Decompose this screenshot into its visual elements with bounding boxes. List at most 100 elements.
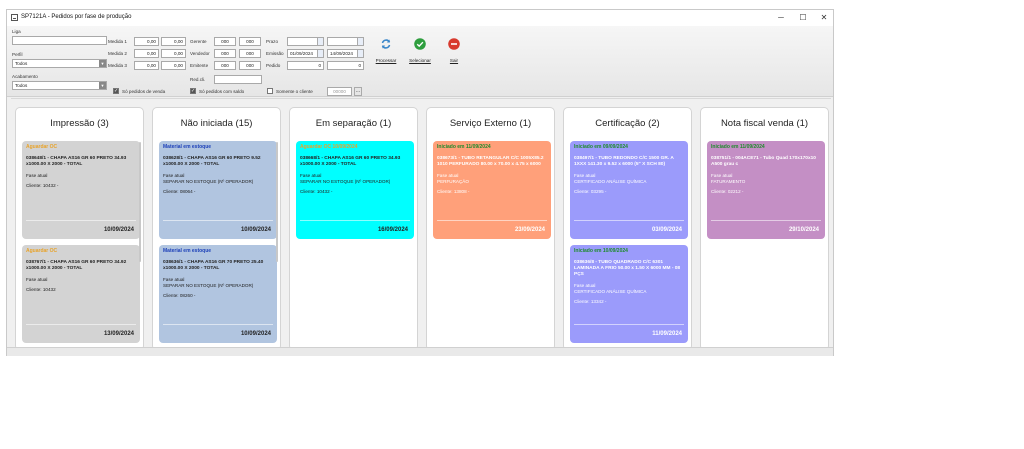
vendedor-from-input[interactable]: 000	[214, 49, 236, 58]
check-icon	[414, 38, 426, 50]
calendar-icon[interactable]	[317, 38, 323, 45]
column-impressao: Impressão (3) Aguardar OC 038648/1 - CHA…	[15, 107, 144, 351]
card-divider	[163, 324, 273, 325]
emitente-from-input[interactable]: 000	[214, 61, 236, 70]
prazo-from-input[interactable]	[287, 37, 324, 46]
pedido-to-input[interactable]: 0	[327, 61, 364, 70]
card-divider	[26, 324, 136, 325]
card-date: 23/09/2024	[514, 227, 545, 233]
card-description: 038668/1 - CHAPA AS16 GR 60 PRETO 34.93 …	[300, 156, 401, 167]
card-client: Cliente: 08064 -	[163, 189, 196, 194]
order-card[interactable]: Material em estoque 038636/1 - CHAPA AS1…	[159, 245, 277, 343]
selecionar-button[interactable]: Selecionar	[407, 38, 433, 72]
card-description: 038636/8 - TUBO QUADRADO C/C 6301 LAMINA…	[574, 260, 681, 277]
app-window: SP7121A - Pedidos por fase de produção ─…	[6, 9, 834, 356]
so-saldo-checkbox[interactable]: ✓	[190, 88, 196, 94]
redcli-input[interactable]	[214, 75, 262, 84]
perfil-select[interactable]: Todos ▼	[12, 59, 107, 68]
order-card[interactable]: Iniciado em 09/09/2024 038497/1 - TUBO R…	[570, 141, 688, 239]
medida1-to-input[interactable]: 0,00	[161, 37, 186, 46]
prazo-label: Prazo	[266, 39, 279, 44]
order-card[interactable]: Iniciado em 11/09/2024 038673/1 - TUBO R…	[433, 141, 551, 239]
medida2-label: Medida 2	[108, 51, 127, 56]
order-card[interactable]: Aguardar OC 038648/1 - CHAPA AS16 GR 60 …	[22, 141, 140, 239]
card-description: 038628/1 - CHAPA AS16 GR 60 PRETO 9.52 x…	[163, 156, 261, 167]
minimize-button[interactable]: ─	[770, 12, 792, 24]
column-scrollbar[interactable]	[139, 142, 141, 262]
card-phase-value: PERFURAÇÃO	[437, 179, 469, 184]
card-status: Iniciado em 11/09/2024	[711, 144, 765, 150]
calendar-icon[interactable]	[317, 50, 323, 57]
processar-button[interactable]: Processar	[373, 38, 399, 72]
card-phase-label: Fase atual	[711, 173, 733, 178]
column-title: Em separação (1)	[315, 118, 392, 129]
gerente-to-input[interactable]: 000	[239, 37, 261, 46]
sair-label: Sair	[449, 58, 459, 63]
card-phase-label: Fase atual	[163, 277, 185, 282]
acabamento-select[interactable]: Todos ▼	[12, 81, 107, 90]
column-title: Não iniciada (15)	[180, 118, 253, 129]
gerente-from-input[interactable]: 000	[214, 37, 236, 46]
order-card[interactable]: Material em estoque 038628/1 - CHAPA AS1…	[159, 141, 277, 239]
column-em-separacao: Em separação (1) Aguardar OC 10/09/2024 …	[289, 107, 418, 351]
card-status: Material em estoque	[163, 144, 212, 150]
medida2-from-input[interactable]: 0,00	[134, 49, 159, 58]
emissao-from-input[interactable]: 01/09/2024	[287, 49, 324, 58]
card-description: 038673/1 - TUBO RETANGULAR C/C 1005X85.2…	[437, 156, 544, 167]
card-phase-label: Fase atual	[26, 173, 48, 178]
card-description: 038636/1 - CHAPA AS16 GR 70 PRETO 25.40 …	[163, 260, 264, 271]
status-bar	[7, 347, 833, 356]
card-phase-value: SEPARAR NO ESTOQUE (Nº OPERADOR)	[163, 179, 254, 184]
medida1-label: Medida 1	[108, 39, 127, 44]
acabamento-value: Todos	[15, 83, 28, 88]
column-scrollbar[interactable]	[276, 142, 278, 262]
so-venda-checkbox[interactable]: ✓	[113, 88, 119, 94]
liga-input[interactable]	[12, 36, 107, 45]
card-client: Cliente: 13342 -	[574, 299, 607, 304]
order-card[interactable]: Aguardar OC 038767/1 - CHAPA AS16 GR 60 …	[22, 245, 140, 343]
chevron-down-icon: ▼	[99, 82, 106, 89]
calendar-icon[interactable]	[357, 38, 363, 45]
column-nao-iniciada: Não iniciada (15) Material em estoque 03…	[152, 107, 281, 351]
vendedor-to-input[interactable]: 000	[239, 49, 261, 58]
medida1-from-input[interactable]: 0,00	[134, 37, 159, 46]
sair-button[interactable]: Sair	[441, 38, 467, 72]
card-date: 10/09/2024	[240, 331, 271, 337]
card-divider	[437, 220, 547, 221]
app-icon	[11, 14, 18, 21]
medida3-label: Medida 3	[108, 63, 127, 68]
card-phase-value: CERTIFICADO ANÁLISE QUÍMICA	[574, 289, 647, 294]
pedido-from-input[interactable]: 0	[287, 61, 324, 70]
close-button[interactable]: ✕	[813, 12, 835, 24]
title-bar: SP7121A - Pedidos por fase de produção ─…	[7, 10, 833, 26]
order-card[interactable]: Iniciado em 10/09/2024 038636/8 - TUBO Q…	[570, 245, 688, 343]
card-client: Cliente: 13808 -	[437, 189, 470, 194]
card-phase-label: Fase atual	[163, 173, 185, 178]
medida3-to-input[interactable]: 0,00	[161, 61, 186, 70]
calendar-icon[interactable]	[357, 50, 363, 57]
card-description: 038497/1 - TUBO REDONDO C/C 1500 GR. A 1…	[574, 156, 674, 167]
gerente-label: Gerente	[190, 39, 207, 44]
order-card[interactable]: Iniciado em 11/09/2024 038751/1 - 004ACE…	[707, 141, 825, 239]
emissao-to-input[interactable]: 14/09/2024	[327, 49, 364, 58]
maximize-button[interactable]: ☐	[792, 12, 814, 24]
medida2-to-input[interactable]: 0,00	[161, 49, 186, 58]
emissao-label: Emissão	[266, 51, 284, 56]
cliente-lookup-button[interactable]: ...	[354, 87, 362, 96]
card-status: Material em estoque	[163, 248, 212, 254]
card-status: Iniciado em 11/09/2024	[437, 144, 491, 150]
order-card[interactable]: Aguardar OC 10/09/2024 038668/1 - CHAPA …	[296, 141, 414, 239]
card-phase-value: SEPARAR NO ESTOQUE (Nº OPERADOR)	[300, 179, 391, 184]
card-status: Aguardar OC 10/09/2024	[300, 144, 358, 150]
cliente-input[interactable]: 00000	[327, 87, 352, 96]
card-divider	[574, 220, 684, 221]
emitente-to-input[interactable]: 000	[239, 61, 261, 70]
perfil-value: Todos	[15, 61, 28, 66]
prazo-to-input[interactable]	[327, 37, 364, 46]
card-description: 038648/1 - CHAPA AS16 GR 60 PRETO 34.93 …	[26, 156, 127, 167]
medida3-from-input[interactable]: 0,00	[134, 61, 159, 70]
window-title: SP7121A - Pedidos por fase de produção	[21, 14, 132, 20]
card-date: 29/10/2024	[788, 227, 819, 233]
somente-cliente-checkbox[interactable]	[267, 88, 273, 94]
selecionar-label: Selecionar	[409, 58, 431, 63]
